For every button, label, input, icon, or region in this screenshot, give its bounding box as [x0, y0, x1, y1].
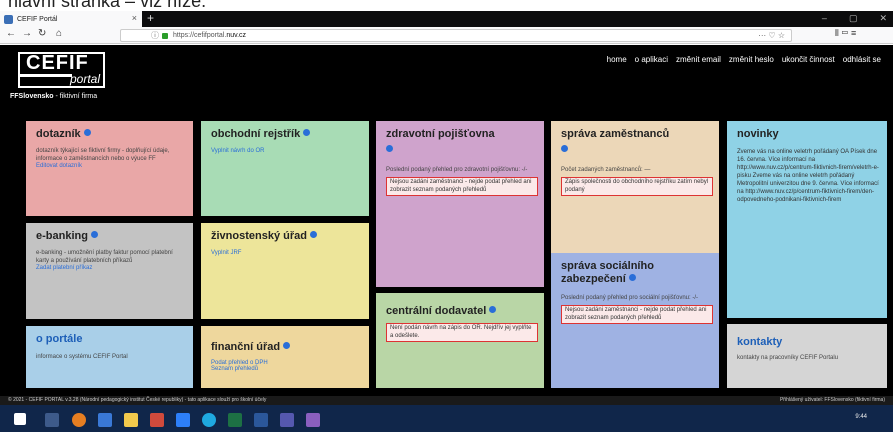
favicon-icon — [4, 14, 13, 24]
app-icon[interactable] — [202, 413, 216, 427]
library-icon[interactable]: ⫴ ▭ ≡ — [835, 28, 856, 39]
task-view-icon[interactable] — [45, 413, 59, 427]
close-window-icon[interactable]: ✕ — [879, 13, 887, 24]
warning-message: Nejsou zadáni zaměstnanci - nejde podat … — [386, 177, 538, 196]
address-bar[interactable]: ⓘ https://cefifportal.nuv.cz ··· ♡ ☆ — [120, 29, 792, 42]
info-icon — [303, 129, 311, 136]
windows-taskbar: 9:44 — [0, 405, 893, 432]
file-explorer-icon[interactable] — [124, 413, 138, 427]
top-menu: home o aplikaci změnit email změnit hesl… — [607, 55, 881, 64]
menu-home[interactable]: home — [607, 55, 627, 64]
tile-socialni-zabezpeceni[interactable]: správa sociálního zabezpečení Poslední p… — [551, 253, 719, 388]
menu-logout[interactable]: odhlásit se — [843, 55, 881, 64]
tile-o-portale[interactable]: o portále informace o systému CEFIF Port… — [26, 326, 193, 388]
lock-icon — [162, 33, 168, 39]
tile-obchodni-rejstrik[interactable]: obchodní rejstřík Vyplnit návrh do OR — [201, 121, 369, 216]
info-icon — [83, 129, 91, 136]
cefif-logo[interactable]: CEFIF portal — [18, 52, 105, 88]
info-icon — [309, 231, 317, 238]
app-icon[interactable] — [150, 413, 164, 427]
browser-navbar: ← → ↻ ⌂ ⓘ https://cefifportal.nuv.cz ···… — [0, 27, 893, 44]
windows-start-icon[interactable] — [14, 413, 26, 425]
browser-tabbar: CEFIF Portál × + – ▢ ✕ — [0, 11, 893, 27]
tile-dotaznik[interactable]: dotazník dotazník týkající se fiktivní f… — [26, 121, 193, 216]
warning-message: Není podán návrh na zápis do OR. Nejdřív… — [386, 323, 538, 342]
info-icon — [489, 306, 497, 313]
edit-questionnaire-link[interactable]: Editovat dotazník — [26, 163, 193, 169]
taskbar-clock[interactable]: 9:44 — [855, 414, 867, 420]
menu-change-email[interactable]: změnit email — [676, 55, 721, 64]
menu-end-activity[interactable]: ukončit činnost — [782, 55, 835, 64]
warning-message: Nejsou zadáni zaměstnanci - nejde podat … — [561, 305, 713, 324]
app-icon[interactable] — [306, 413, 320, 427]
tile-zdravotni-pojistovna[interactable]: zdravotní pojišťovna Poslední podaný pře… — [376, 121, 544, 287]
forward-icon[interactable]: → — [22, 28, 32, 39]
excel-icon[interactable] — [228, 413, 242, 427]
page-actions-icon[interactable]: ··· ♡ ☆ — [758, 30, 785, 42]
browser-tab[interactable]: CEFIF Portál × — [0, 11, 142, 27]
info-icon[interactable]: ⓘ — [151, 30, 159, 42]
fill-jrf-link[interactable]: Vyplnit JRF — [201, 250, 369, 256]
minimize-icon[interactable]: – — [822, 13, 827, 24]
info-icon — [283, 342, 291, 349]
fill-or-link[interactable]: Vyplnit návrh do OR — [201, 148, 369, 154]
info-icon — [90, 231, 98, 238]
payment-order-link[interactable]: Zadat platební příkaz — [26, 265, 193, 271]
back-icon[interactable]: ← — [6, 28, 16, 39]
word-icon[interactable] — [254, 413, 268, 427]
portal-page: CEFIF portal home o aplikaci změnit emai… — [0, 45, 893, 398]
menu-about[interactable]: o aplikaci — [635, 55, 668, 64]
tile-kontakty[interactable]: kontakty kontakty na pracovníky CEFIF Po… — [727, 324, 887, 388]
edge-icon[interactable] — [176, 413, 190, 427]
info-icon — [386, 145, 393, 152]
new-tab-button[interactable]: + — [147, 11, 154, 26]
teams-icon[interactable] — [280, 413, 294, 427]
reload-icon[interactable]: ↻ — [38, 28, 46, 39]
reports-list-link[interactable]: Seznam přehledů — [201, 366, 369, 372]
tile-novinky[interactable]: novinky Zveme vás na online veletrh pořá… — [727, 121, 887, 318]
menu-change-password[interactable]: změnit heslo — [729, 55, 774, 64]
maximize-icon[interactable]: ▢ — [849, 13, 858, 24]
document-caption: hlavní stránka – viz níže. — [0, 0, 893, 11]
app-icon[interactable] — [98, 413, 112, 427]
info-icon — [628, 274, 636, 281]
tab-close-icon[interactable]: × — [132, 13, 137, 23]
tile-financni-urad[interactable]: finanční úřad Podat přehled o DPH Seznam… — [201, 326, 369, 388]
firm-name: FFSlovensko - fiktivní firma — [10, 93, 98, 100]
info-icon — [561, 145, 568, 152]
firefox-icon[interactable] — [72, 413, 86, 427]
tile-centralni-dodavatel[interactable]: centrální dodavatel Není podán návrh na … — [376, 293, 544, 388]
url-text: https://cefifportal.nuv.cz — [173, 32, 247, 39]
page-footer: © 2021 - CEFIF PORTAL v.3.28 (Národní pe… — [0, 396, 893, 405]
tile-zivnostensky-urad[interactable]: živnostenský úřad Vyplnit JRF — [201, 223, 369, 319]
tab-title: CEFIF Portál — [17, 15, 58, 23]
tile-ebanking[interactable]: e-banking e-banking - umožnění platby fa… — [26, 223, 193, 319]
home-icon[interactable]: ⌂ — [56, 28, 62, 39]
warning-message: Zápis společnosti do obchodního rejstřík… — [561, 177, 713, 196]
